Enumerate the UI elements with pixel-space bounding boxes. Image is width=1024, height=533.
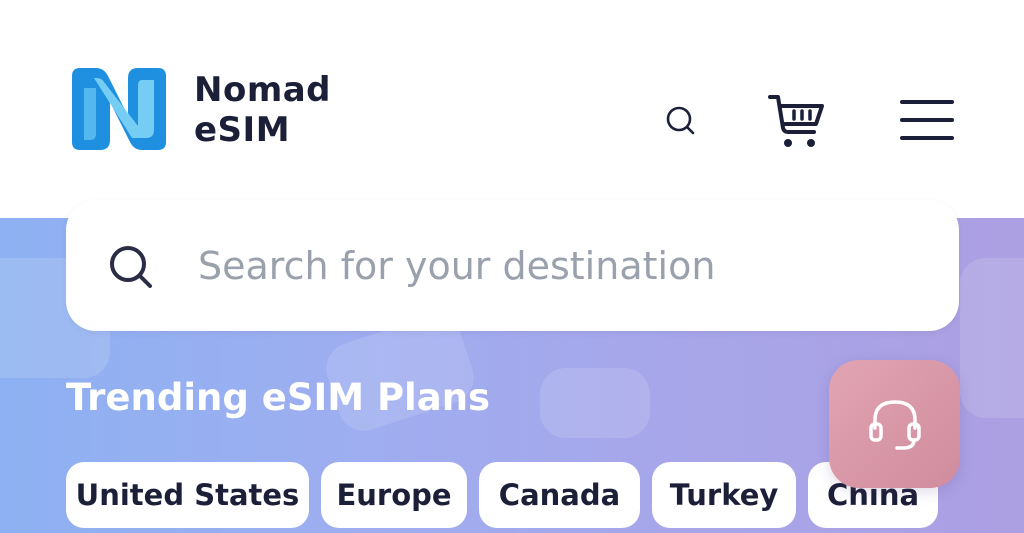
support-button[interactable]	[829, 360, 960, 488]
headset-icon	[869, 400, 921, 450]
search-icon[interactable]	[664, 104, 698, 138]
menu-icon[interactable]	[898, 98, 956, 142]
brand-name[interactable]: Nomad eSIM	[194, 70, 331, 150]
chip-united-states[interactable]: United States	[66, 462, 309, 528]
cart-icon[interactable]	[766, 92, 826, 150]
nomad-logo-icon[interactable]	[66, 64, 172, 154]
chip-europe[interactable]: Europe	[321, 462, 467, 528]
destination-search-input[interactable]: Search for your destination	[66, 200, 959, 331]
chip-canada[interactable]: Canada	[479, 462, 640, 528]
background-decoration	[540, 368, 650, 438]
site-header: Nomad eSIM	[0, 0, 1024, 218]
brand-name-line1: Nomad	[194, 70, 332, 110]
background-decoration	[960, 258, 1024, 418]
brand-name-line2: eSIM	[194, 110, 291, 150]
search-placeholder: Search for your destination	[198, 244, 716, 288]
chip-turkey[interactable]: Turkey	[652, 462, 796, 528]
search-icon	[106, 242, 156, 292]
trending-title: Trending eSIM Plans	[66, 376, 491, 419]
